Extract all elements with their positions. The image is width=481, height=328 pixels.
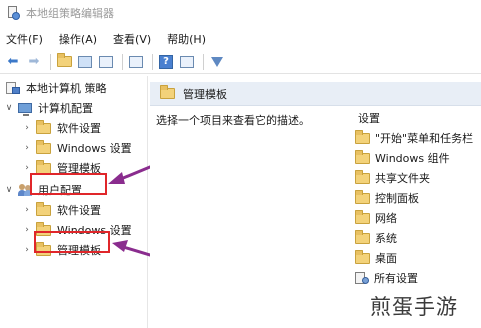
- list-item-label: "开始"菜单和任务栏: [375, 132, 474, 145]
- settings-icon: [355, 272, 369, 284]
- folder-icon: [160, 85, 175, 99]
- list-item-label: 桌面: [375, 252, 397, 265]
- list-item-all-settings[interactable]: 所有设置: [355, 268, 418, 288]
- list-item-label: 共享文件夹: [375, 172, 430, 185]
- folder-icon: [355, 189, 370, 204]
- list-item-system[interactable]: 系统: [355, 228, 397, 248]
- details-header: 管理模板: [150, 82, 481, 106]
- folder-icon: [355, 249, 370, 264]
- list-item-label: 所有设置: [374, 272, 418, 285]
- list-item-label: 网络: [375, 212, 397, 225]
- list-item-start-menu[interactable]: "开始"菜单和任务栏: [355, 128, 473, 148]
- list-item-label: Windows 组件: [375, 152, 450, 165]
- list-item-label: 控制面板: [375, 192, 419, 205]
- list-item-windows-components[interactable]: Windows 组件: [355, 148, 450, 168]
- list-item-label: 系统: [375, 232, 397, 245]
- details-title: 管理模板: [183, 87, 227, 101]
- folder-icon: [355, 169, 370, 184]
- list-item-control-panel[interactable]: 控制面板: [355, 188, 419, 208]
- folder-icon: [355, 129, 370, 144]
- settings-column-header[interactable]: 设置: [358, 110, 380, 126]
- folder-icon: [355, 149, 370, 164]
- watermark-text: 煎蛋手游: [370, 295, 458, 319]
- list-item-shared-folders[interactable]: 共享文件夹: [355, 168, 430, 188]
- folder-icon: [355, 209, 370, 224]
- description-text: 选择一个项目来查看它的描述。: [156, 114, 310, 127]
- folder-icon: [355, 229, 370, 244]
- list-item-network[interactable]: 网络: [355, 208, 397, 228]
- list-item-desktop[interactable]: 桌面: [355, 248, 397, 268]
